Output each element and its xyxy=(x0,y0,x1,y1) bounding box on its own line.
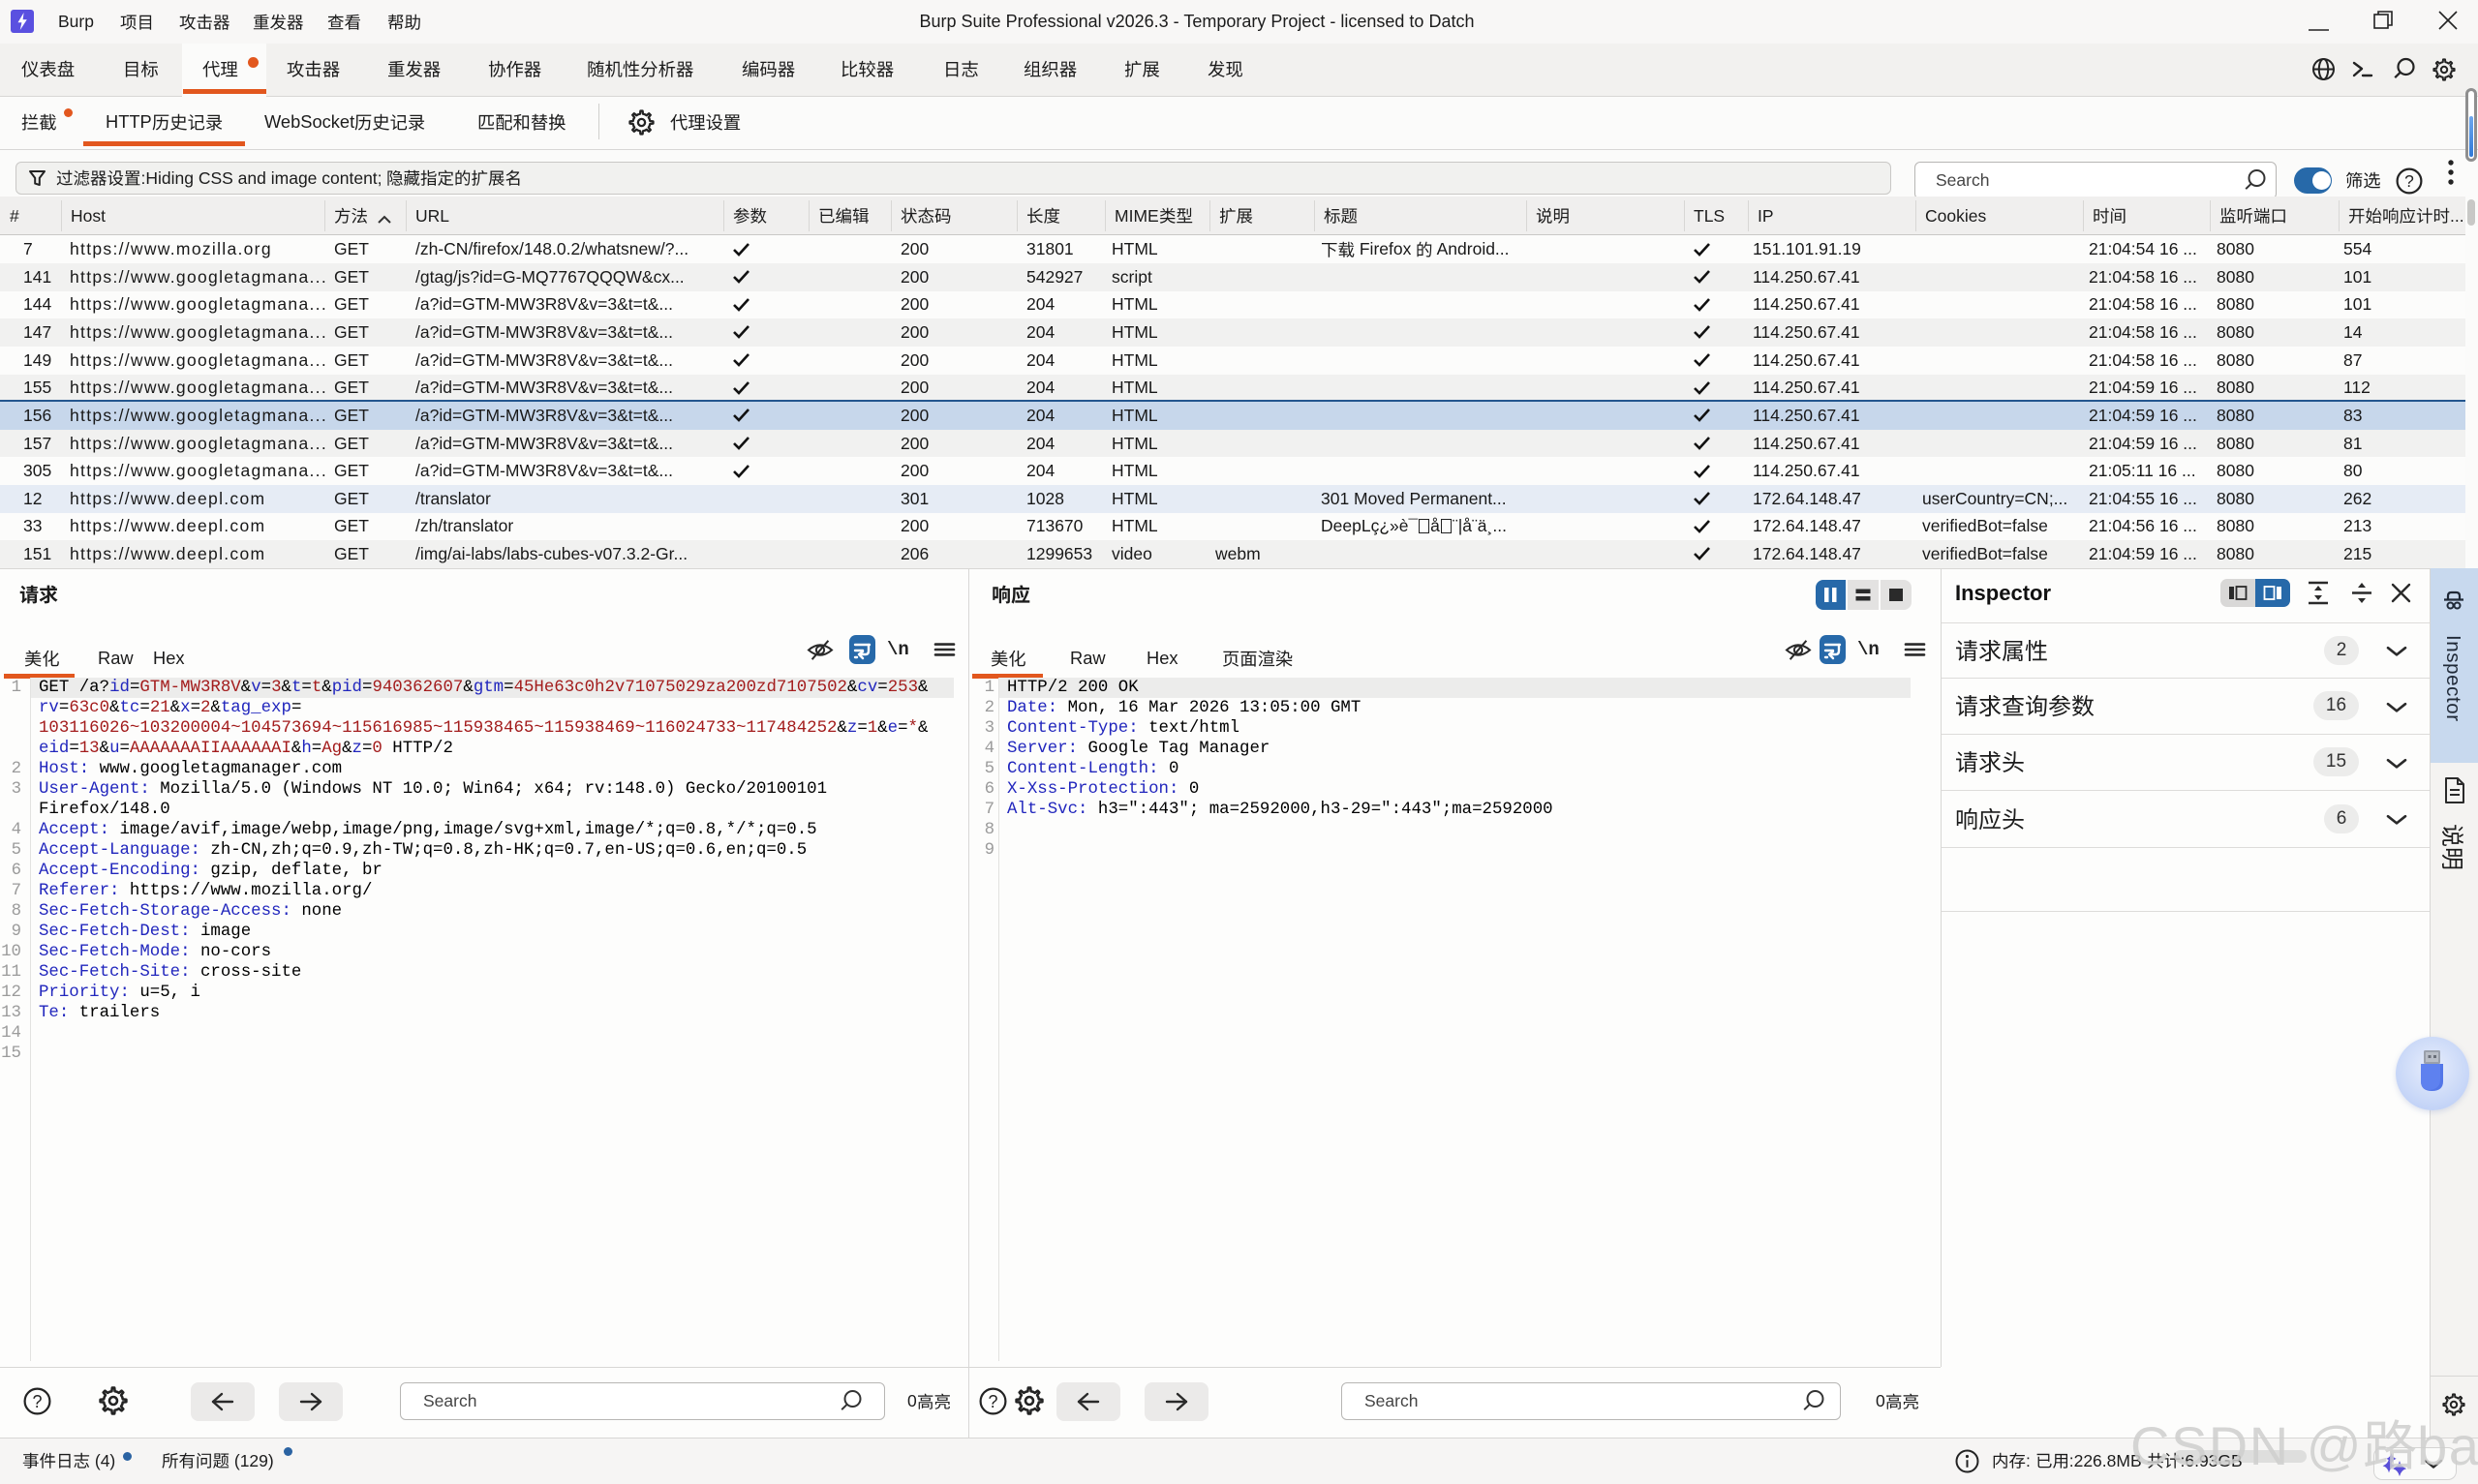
svg-text:?: ? xyxy=(32,1392,42,1411)
svg-text:?: ? xyxy=(988,1392,997,1411)
svg-text:?: ? xyxy=(2404,171,2414,191)
